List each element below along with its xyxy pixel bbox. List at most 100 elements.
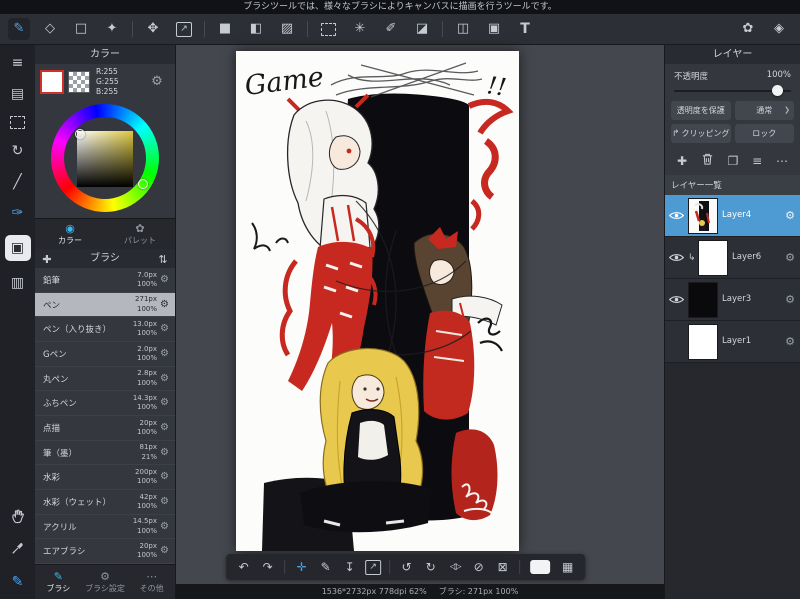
document-icon[interactable]: ▤ <box>7 85 29 103</box>
layer-gear-icon[interactable]: ⚙ <box>782 294 798 305</box>
hand-tool-icon[interactable] <box>10 508 26 528</box>
brush-item-selected[interactable]: ペン 271px 100% ⚙ <box>35 292 175 318</box>
gradient-tool-icon[interactable]: ▨ <box>276 18 298 40</box>
tab-brush-settings[interactable]: ⚙ ブラシ設定 <box>82 565 129 599</box>
blend-mode-button[interactable]: 通常 ❯ <box>734 101 794 120</box>
export-icon[interactable]: ↗ <box>365 559 382 575</box>
brush-gear-icon[interactable]: ⚙ <box>157 546 172 556</box>
brush-item[interactable]: Gペン 2.0px 100% ⚙ <box>35 342 175 367</box>
sort-brushes-icon[interactable]: ⇅ <box>156 249 170 271</box>
pen-icon[interactable]: ✎ <box>314 556 337 578</box>
grid-icon[interactable]: ▦ <box>556 556 579 578</box>
bucket-tool-icon[interactable]: ◧ <box>245 18 267 40</box>
brush-gear-icon[interactable]: ⚙ <box>157 348 172 359</box>
layer-row[interactable]: Layer3 ⚙ <box>665 279 800 321</box>
clipping-button[interactable]: ↱ クリッピング <box>671 124 731 143</box>
brush-item[interactable]: 点描 20px 100% ⚙ <box>35 416 175 441</box>
save-download-icon[interactable]: ↧ <box>338 556 361 578</box>
layer-gear-icon[interactable]: ⚙ <box>782 210 798 221</box>
reference-tile-icon[interactable] <box>530 560 551 574</box>
brush-item[interactable]: 筆（墨） 81px 21% ⚙ <box>35 441 175 466</box>
fill-tool-icon[interactable]: ■ <box>214 18 236 40</box>
brush-item[interactable]: 丸ペン 2.8px 100% ⚙ <box>35 367 175 392</box>
lock-button[interactable]: ロック <box>734 124 794 143</box>
layer-row[interactable]: Layer1 ⚙ <box>665 321 800 363</box>
hide-view-icon[interactable]: ⊘ <box>467 556 490 578</box>
brush-gear-icon[interactable]: ⚙ <box>157 274 172 285</box>
undo-icon[interactable]: ↶ <box>232 556 255 578</box>
select-eraser-tool-icon[interactable]: ◪ <box>411 18 433 40</box>
redo-icon[interactable]: ↷ <box>256 556 279 578</box>
eyedropper-icon[interactable] <box>10 541 25 560</box>
add-layer-icon[interactable]: ✚ <box>677 155 687 167</box>
brush-gear-icon[interactable]: ⚙ <box>157 521 172 532</box>
brush-gear-icon[interactable]: ⚙ <box>157 398 172 408</box>
duplicate-layer-icon[interactable]: ❐ <box>728 155 739 167</box>
brush-item[interactable]: ふちペン 14.3px 100% ⚙ <box>35 391 175 417</box>
visibility-eye-icon[interactable] <box>665 252 688 263</box>
opacity-slider[interactable] <box>674 83 791 98</box>
brush-edit-icon[interactable]: ✑ <box>7 204 29 222</box>
layer-gear-icon[interactable]: ⚙ <box>782 252 798 263</box>
brush-gear-icon[interactable]: ⚙ <box>157 496 172 507</box>
brush-item[interactable]: 水彩 200px 100% ⚙ <box>35 465 175 491</box>
menu-icon[interactable]: ≡ <box>7 54 29 72</box>
clear-icon[interactable]: ⊠ <box>491 556 514 578</box>
flip-horizontal-icon[interactable]: ◁▷ <box>443 556 466 578</box>
visibility-eye-icon[interactable] <box>665 294 688 305</box>
brush-item[interactable]: 鉛筆 7.0px 100% ⚙ <box>35 268 175 293</box>
brush-item[interactable]: アクリル 14.5px 100% ⚙ <box>35 515 175 540</box>
shape-tool-icon[interactable]: □ <box>70 18 92 40</box>
layer-row-selected[interactable]: Layer4 ⚙ <box>665 195 800 237</box>
brush-gear-icon[interactable]: ⚙ <box>157 447 172 458</box>
saturation-value-square[interactable] <box>77 131 133 187</box>
magic-wand-tool-icon[interactable]: ✳ <box>349 18 371 40</box>
sv-selector[interactable] <box>75 129 85 139</box>
cross-snap-icon[interactable]: ✛ <box>290 556 313 578</box>
layer-row[interactable]: ↳ Layer6 ⚙ <box>665 237 800 279</box>
tab-palette[interactable]: ✿ パレット <box>105 219 175 249</box>
layers-panel-icon[interactable]: ◈ <box>768 18 790 40</box>
tab-color[interactable]: ◉ カラー <box>35 219 105 249</box>
brush-tool-icon[interactable]: ✎ <box>8 18 30 40</box>
canvas[interactable]: Game !! <box>236 51 519 551</box>
add-brush-icon[interactable]: ✚ <box>40 249 54 271</box>
eraser-tool-icon[interactable]: ◇ <box>39 18 61 40</box>
brush-gear-icon[interactable]: ⚙ <box>157 472 172 482</box>
rotate-ccw-icon[interactable]: ↺ <box>395 556 418 578</box>
pen-mode-icon[interactable]: ✎ <box>7 573 29 591</box>
color-settings-gear-icon[interactable]: ⚙ <box>146 71 168 93</box>
layer-list-icon[interactable]: ≡ <box>752 155 762 167</box>
brush-item[interactable]: ペン（入り抜き） 13.0px 100% ⚙ <box>35 317 175 343</box>
slider-knob[interactable] <box>771 85 783 96</box>
brush-gear-icon[interactable]: ⚙ <box>157 299 172 310</box>
tab-other[interactable]: ⋯ その他 <box>128 565 175 599</box>
rotate-cw-icon[interactable]: ↻ <box>419 556 442 578</box>
layer-gear-icon[interactable]: ⚙ <box>782 336 798 347</box>
visibility-eye-icon[interactable] <box>665 210 688 221</box>
text-tool-icon[interactable]: T <box>514 18 536 40</box>
select-pen-tool-icon[interactable]: ✐ <box>380 18 402 40</box>
foreground-color-swatch[interactable] <box>40 70 64 94</box>
tab-brush[interactable]: ✎ ブラシ <box>35 565 82 599</box>
hue-selector[interactable] <box>138 179 148 189</box>
divide-canvas-icon[interactable]: ◫ <box>452 18 474 40</box>
brush-gear-icon[interactable]: ⚙ <box>157 373 172 384</box>
materials-icon[interactable]: ▥ <box>7 274 29 292</box>
color-palette-icon[interactable]: ✿ <box>737 18 759 40</box>
select-move-tool-icon[interactable]: ▣ <box>483 18 505 40</box>
rotate-view-icon[interactable]: ↻ <box>7 142 29 160</box>
select-rect-tool-icon[interactable] <box>321 22 336 36</box>
brush-item[interactable]: 水彩（ウェット） 42px 100% ⚙ <box>35 490 175 515</box>
active-panel-icon[interactable]: ▣ <box>4 235 31 261</box>
transparent-color-swatch[interactable] <box>68 71 90 93</box>
transform-tool-icon[interactable]: ↗ <box>176 21 192 37</box>
protect-alpha-button[interactable]: 透明度を保護 <box>671 101 731 120</box>
brush-item[interactable]: エアブラシ 20px 100% ⚙ <box>35 539 175 565</box>
scatter-tool-icon[interactable]: ✦ <box>101 18 123 40</box>
ruler-icon[interactable]: ╱ <box>7 173 29 191</box>
select-panel-icon[interactable] <box>10 116 25 129</box>
brush-gear-icon[interactable]: ⚙ <box>157 422 172 433</box>
move-tool-icon[interactable]: ✥ <box>142 18 164 40</box>
brush-gear-icon[interactable]: ⚙ <box>157 324 172 334</box>
